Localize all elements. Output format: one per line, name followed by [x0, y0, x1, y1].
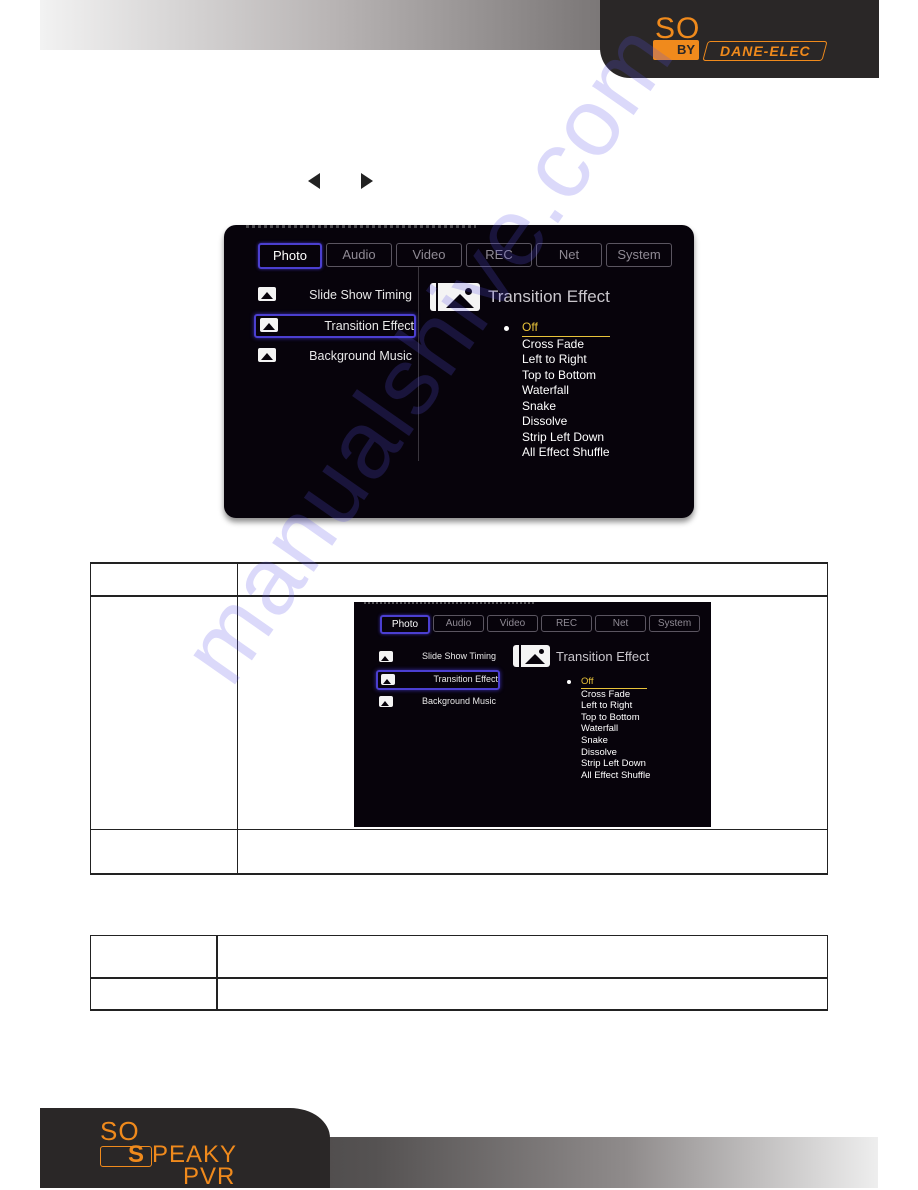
tab-photo[interactable]: Photo: [380, 615, 430, 634]
table-cell: [216, 977, 828, 1011]
option-cross-fade[interactable]: Cross Fade: [522, 337, 610, 353]
sun-glyph: [539, 649, 544, 654]
table-row: Photo Audio Video REC Net System Slide S…: [90, 595, 828, 830]
table-row: [90, 562, 828, 597]
top-dotted-line: [246, 225, 476, 228]
logo-by-badge: BY: [653, 40, 699, 60]
photo-timer-icon: [258, 287, 276, 301]
footer-logo-pvr: PVR: [183, 1163, 236, 1190]
photo-transition-icon: [260, 318, 278, 332]
footer-logo-box: [100, 1146, 152, 1167]
photo-transition-icon: [513, 645, 550, 673]
tab-net[interactable]: Net: [595, 615, 646, 632]
option-top-to-bottom[interactable]: Top to Bottom: [522, 368, 610, 384]
logo-dane-elec: DANE-ELEC: [702, 41, 828, 61]
tab-video[interactable]: Video: [487, 615, 538, 632]
top-dotted-line: [364, 602, 534, 604]
option-waterfall[interactable]: Waterfall: [581, 723, 650, 735]
option-snake[interactable]: Snake: [581, 735, 650, 747]
option-left-to-right[interactable]: Left to Right: [522, 352, 610, 368]
header-logo-panel: [600, 0, 879, 78]
sidebar-item-background-music[interactable]: Background Music: [376, 694, 496, 710]
settings-tabs: Photo Audio Video REC Net System: [258, 243, 672, 269]
panel-divider: [418, 267, 419, 461]
selected-bullet-icon: [504, 326, 509, 331]
sidebar-item-label: Slide Show Timing: [309, 288, 412, 302]
photo-transition-icon: [430, 283, 480, 311]
sidebar-item-transition-effect[interactable]: Transition Effect: [254, 314, 416, 338]
footer-logo-s: S: [128, 1141, 145, 1168]
tab-system[interactable]: System: [649, 615, 700, 632]
option-waterfall[interactable]: Waterfall: [522, 383, 610, 399]
option-left-to-right[interactable]: Left to Right: [581, 700, 650, 712]
photo-transition-icon: [381, 674, 395, 685]
photo-timer-icon: [379, 651, 393, 662]
tab-video[interactable]: Video: [396, 243, 462, 267]
tab-system[interactable]: System: [606, 243, 672, 267]
settings-description-table: Photo Audio Video REC Net System Slide S…: [90, 562, 828, 875]
option-all-effect-shuffle[interactable]: All Effect Shuffle: [581, 770, 650, 782]
option-top-to-bottom[interactable]: Top to Bottom: [581, 712, 650, 724]
table-cell: [90, 935, 218, 979]
left-arrow-icon: [308, 173, 320, 189]
table-cell: [90, 595, 238, 830]
option-dissolve[interactable]: Dissolve: [581, 747, 650, 759]
tab-net[interactable]: Net: [536, 243, 602, 267]
sidebar-item-label: Background Music: [309, 349, 412, 363]
transition-options-list: Off Cross Fade Left to Right Top to Bott…: [504, 320, 610, 461]
tab-photo[interactable]: Photo: [258, 243, 322, 269]
option-off[interactable]: Off: [522, 320, 610, 337]
sidebar-item-slide-show-timing[interactable]: Slide Show Timing: [254, 285, 412, 305]
sun-glyph: [465, 288, 472, 295]
table-row: [90, 977, 828, 1011]
table-cell: [90, 977, 218, 1011]
sidebar-item-transition-effect[interactable]: Transition Effect: [376, 670, 500, 690]
option-off[interactable]: Off: [581, 676, 647, 689]
sidebar-item-slide-show-timing[interactable]: Slide Show Timing: [376, 649, 496, 665]
sidebar-item-label: Transition Effect: [433, 674, 498, 684]
option-strip-left-down[interactable]: Strip Left Down: [581, 758, 650, 770]
table-cell: Photo Audio Video REC Net System Slide S…: [237, 595, 828, 830]
table-row: [90, 829, 828, 875]
option-snake[interactable]: Snake: [522, 399, 610, 415]
notes-table: [90, 935, 828, 1011]
transition-options-list: Off Cross Fade Left to Right Top to Bott…: [567, 676, 650, 782]
tab-audio[interactable]: Audio: [433, 615, 484, 632]
sidebar-item-label: Background Music: [421, 696, 496, 706]
selected-bullet-icon: [567, 680, 571, 684]
table-cell: [90, 562, 238, 597]
right-arrow-icon: [361, 173, 373, 189]
photo-music-icon: [258, 348, 276, 362]
tab-rec[interactable]: REC: [541, 615, 592, 632]
panel-title: Transition Effect: [488, 287, 610, 306]
tab-audio[interactable]: Audio: [326, 243, 392, 267]
settings-screenshot-large: Photo Audio Video REC Net System Slide S…: [224, 225, 694, 518]
sidebar-item-label: Transition Effect: [324, 319, 414, 333]
table-cell: [237, 829, 828, 875]
settings-screenshot-small: Photo Audio Video REC Net System Slide S…: [354, 602, 711, 827]
option-all-effect-shuffle[interactable]: All Effect Shuffle: [522, 445, 610, 461]
table-cell: [90, 829, 238, 875]
tab-rec[interactable]: REC: [466, 243, 532, 267]
table-cell: [216, 935, 828, 979]
table-cell: [237, 562, 828, 597]
photo-music-icon: [379, 696, 393, 707]
option-strip-left-down[interactable]: Strip Left Down: [522, 430, 610, 446]
table-row: [90, 935, 828, 979]
sidebar-item-background-music[interactable]: Background Music: [254, 346, 412, 366]
logo-brand-text: DANE-ELEC: [719, 43, 811, 59]
panel-title: Transition Effect: [556, 649, 650, 664]
sidebar-item-label: Slide Show Timing: [421, 651, 496, 661]
option-dissolve[interactable]: Dissolve: [522, 414, 610, 430]
settings-tabs: Photo Audio Video REC Net System: [380, 615, 700, 634]
option-cross-fade[interactable]: Cross Fade: [581, 689, 650, 701]
